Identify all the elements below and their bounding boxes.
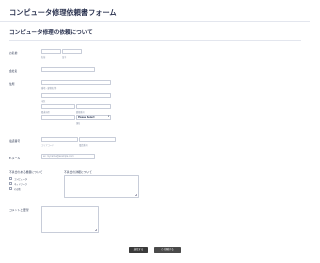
name-label: お名前 [9,51,18,55]
company-label: 会社名 [9,69,18,73]
country-select-value: Please Select [78,116,95,119]
page-title: コンピュータ修理依頼書フォーム [9,8,117,17]
device-option-other: その他 [14,188,21,192]
first-name-sublabel: 名前 [41,56,46,59]
submit-button[interactable]: 送信する [129,247,148,253]
device-checkbox-computer[interactable] [9,177,12,180]
street-input[interactable] [41,80,111,85]
device-option-computer: コンピュータ [14,178,28,182]
city-sublabel: 市区 [41,100,46,103]
street2-input[interactable] [41,93,111,98]
comments-label: コメントと要望 [9,208,29,212]
street-sublabel: 番地・建物名等 [41,87,57,90]
company-input[interactable] [41,67,95,72]
email-label: E-メール [9,156,21,160]
phone-area-input[interactable] [41,137,78,142]
country-select[interactable]: Please Select [76,115,111,120]
issue-textarea[interactable] [64,175,139,198]
prefecture-input[interactable] [76,104,111,109]
device-checkbox-network[interactable] [9,182,12,185]
resize-handle-icon[interactable] [95,229,98,232]
phone-area-sublabel: エリアコード [41,144,55,147]
printer-icon: ⎙ [161,248,164,251]
last-name-input[interactable] [62,49,82,54]
comments-textarea[interactable] [41,206,99,233]
postal-input[interactable] [41,115,75,120]
city-input[interactable] [41,104,75,109]
first-name-input[interactable] [41,49,61,54]
print-button[interactable]: ⎙ 印刷する [154,247,181,253]
phone-label: 電話番号 [9,139,21,143]
address-label: 住所 [9,82,15,86]
chevron-down-icon: ▾ [108,115,110,118]
section-divider [9,40,301,41]
device-option-network: ネットワーク [14,183,28,187]
phone-number-sublabel: 電話番号 [79,144,88,147]
last-name-sublabel: 苗字 [62,56,67,59]
issue-label: 不具合の詳細について [64,170,92,174]
title-divider [0,21,310,22]
section-title: コンピュータ修理の依頼について [9,30,93,36]
email-input[interactable]: ex: myname@example.com [41,154,95,159]
resize-handle-icon[interactable] [135,194,138,197]
country-sublabel: 国名 [76,122,81,125]
prefecture-sublabel: 都道府県 [41,111,50,114]
device-label: 不具合のある機器について [9,170,43,174]
postal-sublabel: 郵便番号 [76,111,85,114]
phone-number-input[interactable] [79,137,116,142]
print-button-label: 印刷する [164,248,174,251]
device-checkbox-other[interactable] [9,187,12,190]
